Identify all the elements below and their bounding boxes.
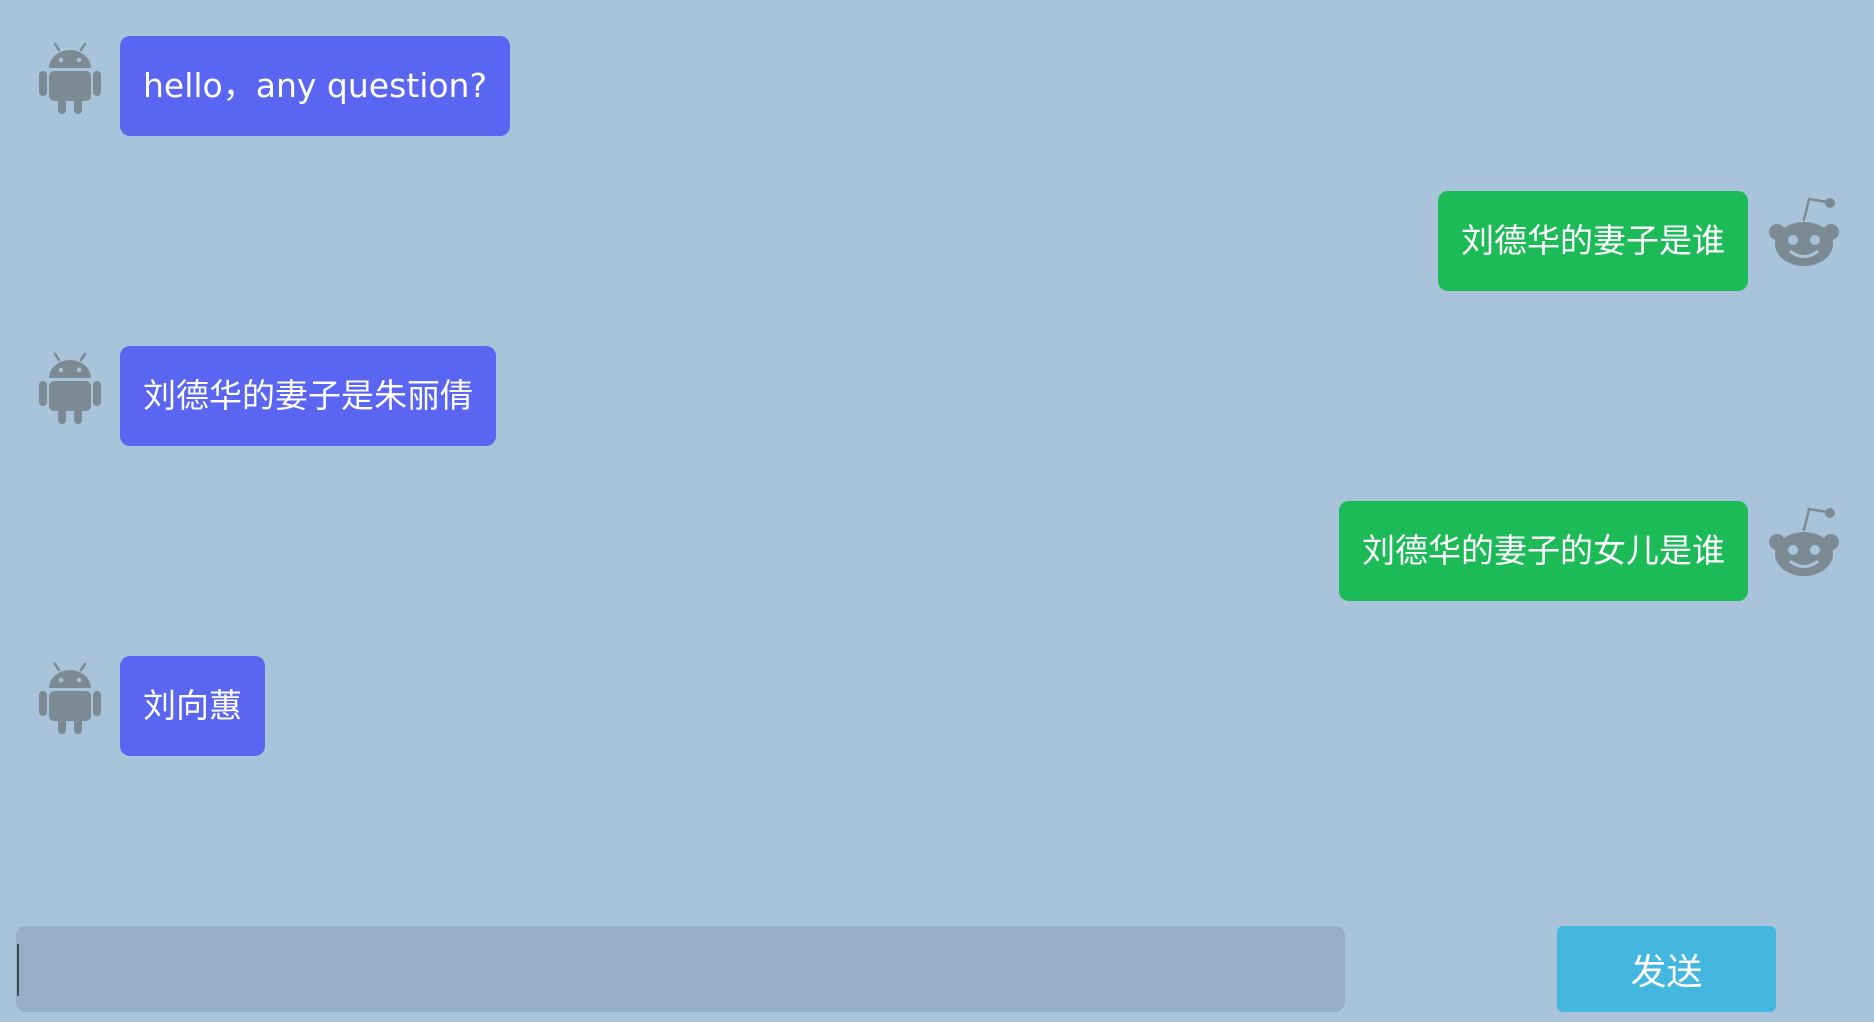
reddit-alien-icon <box>1766 506 1842 582</box>
reddit-alien-icon <box>1766 196 1842 272</box>
message-row: hello，any question? <box>0 36 1874 136</box>
android-icon <box>32 661 108 737</box>
message-row: 刘德华的妻子是谁 <box>0 191 1874 291</box>
bot-message-bubble: hello，any question? <box>120 36 510 136</box>
android-icon <box>32 351 108 427</box>
chat-history: hello，any question? 刘德华的妻子是谁 刘德华的妻子是朱丽倩 … <box>0 0 1874 910</box>
message-row: 刘德华的妻子的女儿是谁 <box>0 501 1874 601</box>
user-message-bubble: 刘德华的妻子是谁 <box>1438 191 1748 291</box>
android-icon <box>32 41 108 117</box>
send-button[interactable]: 发送 <box>1557 926 1776 1012</box>
bot-message-bubble: 刘向蕙 <box>120 656 265 756</box>
message-input[interactable] <box>16 926 1345 1012</box>
message-row: 刘德华的妻子是朱丽倩 <box>0 346 1874 446</box>
user-message-bubble: 刘德华的妻子的女儿是谁 <box>1339 501 1748 601</box>
text-caret <box>17 944 19 996</box>
bot-message-bubble: 刘德华的妻子是朱丽倩 <box>120 346 496 446</box>
message-composer: 发送 <box>0 926 1874 1012</box>
message-row: 刘向蕙 <box>0 656 1874 756</box>
